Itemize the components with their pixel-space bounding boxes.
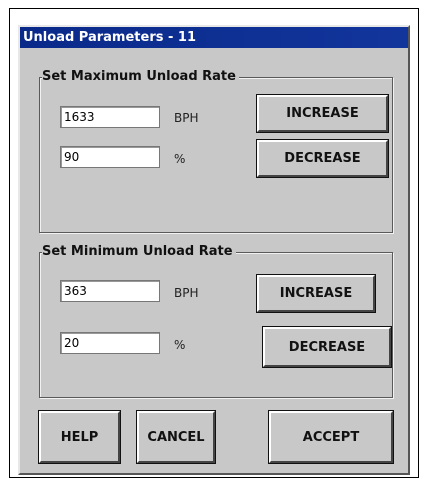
min-bph-field[interactable]: [60, 280, 160, 302]
max-percent-field[interactable]: [60, 146, 160, 168]
max-percent-unit: %: [174, 152, 186, 166]
min-increase-button[interactable]: INCREASE: [256, 274, 376, 313]
min-unload-rate-group: Set Minimum Unload Rate: [39, 244, 393, 398]
min-decrease-button[interactable]: DECREASE: [262, 326, 392, 368]
unload-parameters-dialog: Unload Parameters - 11 Set Maximum Unloa…: [18, 25, 410, 475]
max-bph-field[interactable]: [60, 106, 160, 128]
min-bph-unit: BPH: [174, 286, 199, 300]
min-percent-unit: %: [174, 338, 186, 352]
cancel-button[interactable]: CANCEL: [136, 410, 216, 464]
min-group-label: Set Minimum Unload Rate: [42, 244, 236, 260]
max-decrease-button[interactable]: DECREASE: [256, 139, 389, 178]
max-group-label: Set Maximum Unload Rate: [42, 69, 239, 85]
window-title: Unload Parameters - 11: [20, 27, 408, 48]
min-percent-field[interactable]: [60, 332, 160, 354]
max-bph-unit: BPH: [174, 111, 199, 125]
help-button[interactable]: HELP: [38, 410, 121, 464]
accept-button[interactable]: ACCEPT: [268, 410, 394, 464]
max-increase-button[interactable]: INCREASE: [256, 94, 389, 133]
